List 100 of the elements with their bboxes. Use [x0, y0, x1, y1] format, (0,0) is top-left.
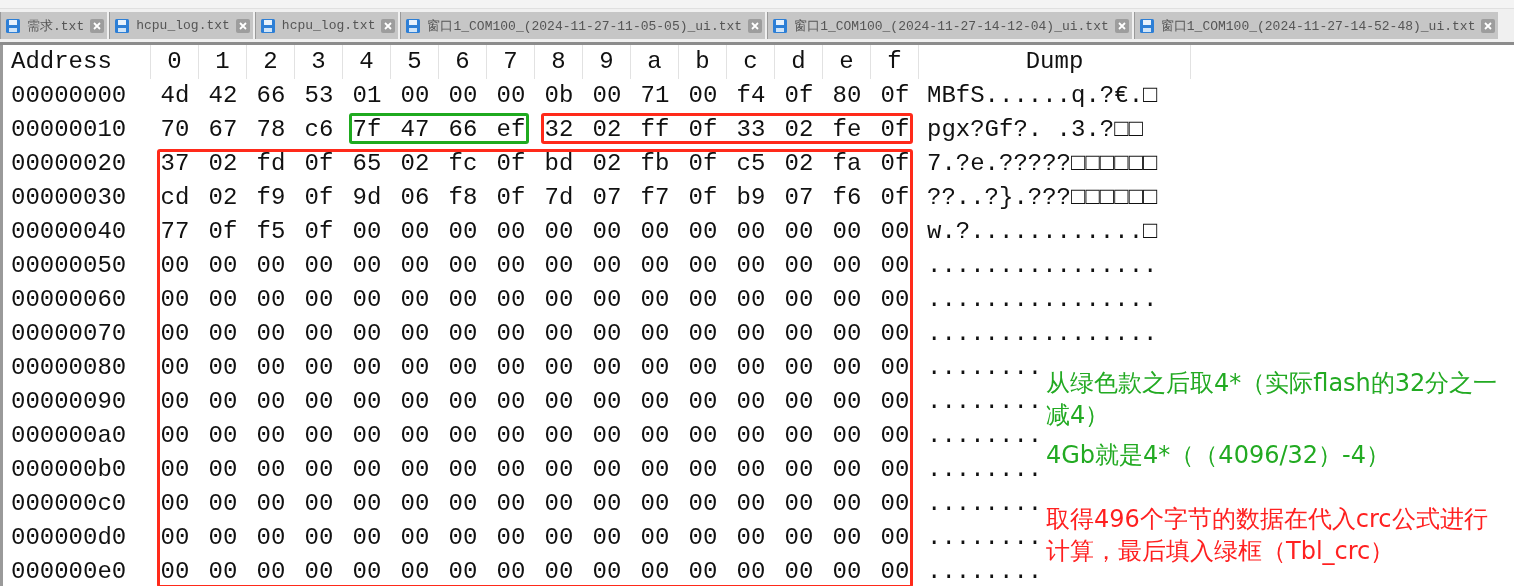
annotation-text: 从绿色款之后取4*（实际flash的32分之一减4）	[1046, 368, 1499, 431]
byte-cell-text: 00	[591, 285, 623, 315]
address-cell-text: 00000070	[10, 319, 128, 349]
byte-cell-text: 00	[495, 455, 527, 485]
byte-cell-text: 00	[207, 285, 239, 315]
byte-cell-text: cd	[159, 183, 191, 213]
byte-cell-text: 9d	[351, 183, 383, 213]
column-header: f	[871, 45, 919, 79]
byte-cell-text: 00	[543, 421, 575, 451]
byte-cell-text: 00	[495, 523, 527, 553]
byte-cell-text: 00	[159, 421, 191, 451]
close-icon[interactable]	[235, 18, 250, 33]
byte-cell-text: 00	[399, 319, 431, 349]
byte-cell-text: 32	[543, 115, 575, 145]
byte-cell-text: 00	[543, 557, 575, 586]
byte-cell-text: 00	[255, 319, 287, 349]
close-icon[interactable]	[381, 18, 396, 33]
byte-cell-text: 00	[255, 421, 287, 451]
byte-cell-text: 00	[159, 251, 191, 281]
byte-cell-text: 47	[399, 115, 431, 145]
byte-cell-text: 00	[447, 557, 479, 586]
byte-cell-text: 00	[495, 285, 527, 315]
byte-cell-text: 00	[879, 557, 911, 586]
byte-cell-text: 00	[159, 319, 191, 349]
byte-cell-text: 0f	[783, 81, 815, 111]
byte-cell-text: fb	[639, 149, 671, 179]
byte-cell-text: 00	[255, 251, 287, 281]
byte-cell-text: 00	[639, 217, 671, 247]
byte-cell-text: 00	[879, 523, 911, 553]
byte-cell-text: 00	[495, 251, 527, 281]
byte-cell-text: 00	[495, 557, 527, 586]
tab-label: 需求.txt	[27, 17, 85, 35]
byte-cell-text: 00	[351, 353, 383, 383]
byte-cell-text: 00	[735, 285, 767, 315]
tab-label: hcpu_log.txt	[281, 18, 376, 33]
close-icon[interactable]	[748, 18, 763, 33]
byte-cell-text: fd	[255, 149, 287, 179]
byte-cell-text: 00	[159, 455, 191, 485]
byte-cell-text: 00	[591, 217, 623, 247]
byte-cell-text: 66	[255, 81, 287, 111]
byte-cell-text: 00	[879, 285, 911, 315]
byte-cell-text: 0f	[495, 149, 527, 179]
byte-cell-text: 00	[735, 523, 767, 553]
byte-cell-text: 0f	[495, 183, 527, 213]
byte-cell-text: 00	[303, 251, 335, 281]
byte-cell-text: 00	[639, 319, 671, 349]
byte-cell-text: 00	[303, 455, 335, 485]
byte-cell-text: f9	[255, 183, 287, 213]
byte-cell-text: fa	[831, 149, 863, 179]
byte-cell-text: 00	[735, 387, 767, 417]
byte-cell-text: ef	[495, 115, 527, 145]
byte-cell-text: 00	[735, 319, 767, 349]
byte-cell-text: 00	[207, 421, 239, 451]
byte-cell-text: 00	[543, 523, 575, 553]
byte-cell-text: 33	[735, 115, 767, 145]
byte-cell-text: 00	[399, 455, 431, 485]
file-tab[interactable]: hcpu_log.txt	[109, 12, 253, 39]
byte-cell-text: b9	[735, 183, 767, 213]
file-tab[interactable]: 窗口1_COM100_(2024-11-27-14-52-48)_ui.txt	[1133, 12, 1499, 39]
byte-cell-text: 00	[495, 353, 527, 383]
column-header: d	[775, 45, 823, 79]
byte-cell-text: 00	[159, 557, 191, 586]
column-header: 6	[439, 45, 487, 79]
column-header: Dump	[919, 45, 1191, 79]
column-header: 5	[391, 45, 439, 79]
dump-text: ........	[926, 523, 1043, 553]
file-tab[interactable]: hcpu_log.txt	[254, 12, 399, 39]
byte-cell-text: 00	[255, 387, 287, 417]
file-tab[interactable]: 需求.txt	[0, 12, 108, 39]
byte-cell-text: 00	[159, 489, 191, 519]
byte-cell-text: f8	[447, 183, 479, 213]
column-header: 3	[295, 45, 343, 79]
byte-cell-text: 00	[687, 319, 719, 349]
byte-cell-text: 00	[879, 353, 911, 383]
byte-cell-text: 00	[351, 455, 383, 485]
byte-cell-text: 00	[351, 387, 383, 417]
byte-cell-text: 0f	[879, 115, 911, 145]
file-tab[interactable]: 窗口1_COM100_(2024-11-27-14-12-04)_ui.txt	[767, 12, 1132, 39]
byte-cell-text: 00	[879, 455, 911, 485]
byte-cell-text: 00	[783, 353, 815, 383]
close-icon[interactable]	[1114, 18, 1129, 33]
byte-cell-text: 00	[831, 251, 863, 281]
byte-cell-text: fe	[831, 115, 863, 145]
close-icon[interactable]	[1481, 18, 1496, 33]
byte-cell-text: 0f	[687, 183, 719, 213]
byte-cell-text: 00	[639, 387, 671, 417]
byte-cell-text: 37	[159, 149, 191, 179]
byte-cell-text: 00	[447, 251, 479, 281]
file-tab[interactable]: 窗口1_COM100_(2024-11-27-11-05-05)_ui.txt	[400, 12, 766, 39]
address-cell-text: 00000020	[10, 149, 128, 179]
byte-cell-text: 00	[687, 353, 719, 383]
byte-cell-text: 00	[543, 489, 575, 519]
close-icon[interactable]	[90, 18, 105, 33]
byte-cell-text: 00	[783, 285, 815, 315]
address-cell-text: 00000000	[10, 81, 128, 111]
byte-cell-text: 00	[687, 489, 719, 519]
byte-cell-text: 00	[735, 455, 767, 485]
byte-cell-text: 00	[879, 319, 911, 349]
byte-cell-text: 00	[255, 557, 287, 586]
dump-text: ........	[926, 557, 1043, 586]
